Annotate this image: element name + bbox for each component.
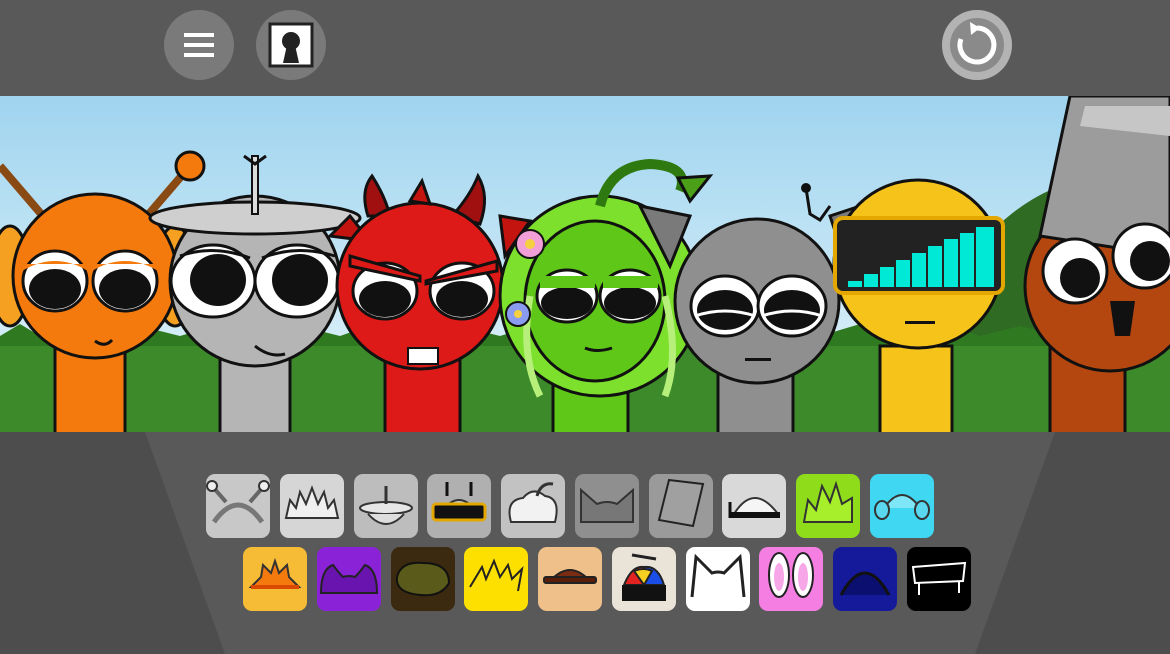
bomb-hair-icon [508, 482, 558, 523]
palette-tile-bucket[interactable] [649, 474, 713, 538]
scene-svg [0, 96, 1170, 432]
cyan-earmuffs-icon [874, 494, 930, 520]
cat-ears-icon [580, 487, 634, 523]
bucket-icon [657, 478, 705, 528]
yellow-lightning-icon [469, 558, 524, 592]
palette-tile-green-spiky-hair[interactable] [796, 474, 860, 538]
antenna-dish-icon [359, 486, 413, 525]
palette-tile-dome-helmet[interactable] [722, 474, 786, 538]
character-stage [0, 96, 1170, 432]
purple-horns-icon [319, 563, 379, 594]
character-select-button[interactable] [256, 10, 326, 80]
palette-tile-propeller-cap[interactable] [612, 547, 676, 611]
palette-row-2 [0, 547, 1170, 611]
propeller-cap-icon [622, 553, 666, 601]
palette-tile-cyan-earmuffs[interactable] [870, 474, 934, 538]
keyhole-icon [268, 22, 314, 68]
black-visor-helmet-icon [431, 482, 487, 522]
navy-dome-icon [839, 571, 891, 596]
black-frame-icon [911, 561, 967, 595]
palette-row-1 [0, 474, 1170, 538]
menu-button[interactable] [164, 10, 234, 80]
palette-tile-cat-ears[interactable] [575, 474, 639, 538]
palette-tile-yellow-lightning[interactable] [464, 547, 528, 611]
palette-tile-purple-horns[interactable] [317, 547, 381, 611]
palette-tile-black-frame[interactable] [907, 547, 971, 611]
circular-arrow-reset-icon [942, 10, 1012, 80]
palette-tile-headphones-antenna[interactable] [206, 474, 270, 538]
palette-tile-brown-hat[interactable] [538, 547, 602, 611]
palette-tile-black-visor-helmet[interactable] [427, 474, 491, 538]
brown-blob-icon [395, 561, 451, 597]
palette-tile-bomb-hair[interactable] [501, 474, 565, 538]
palette-tile-navy-dome[interactable] [833, 547, 897, 611]
spiky-hair-icon [284, 485, 340, 519]
palette-tile-white-cat-ears[interactable] [686, 547, 750, 611]
reset-button[interactable] [942, 10, 1012, 80]
palette-tile-spiky-hair[interactable] [280, 474, 344, 538]
sun-crown-icon [248, 557, 302, 589]
palette-tile-antenna-dish[interactable] [354, 474, 418, 538]
palette-tile-pink-bunny-ears[interactable] [759, 547, 823, 611]
headphones-antenna-icon [206, 480, 270, 524]
green-spiky-hair-icon [802, 480, 853, 523]
costume-palette-area [0, 432, 1170, 654]
dome-helmet-icon [728, 497, 781, 518]
palette-tile-sun-crown[interactable] [243, 547, 307, 611]
brown-hat-icon [543, 569, 597, 584]
palette-tile-brown-blob[interactable] [391, 547, 455, 611]
white-cat-ears-icon [690, 553, 746, 598]
palette-backdrop [0, 432, 1170, 654]
hamburger-menu-icon [184, 33, 214, 57]
pink-bunny-ears-icon [768, 552, 814, 598]
top-toolbar [0, 0, 1170, 96]
